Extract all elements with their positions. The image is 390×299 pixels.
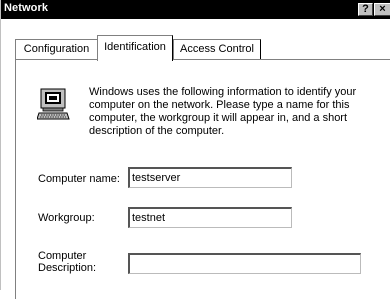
tab-identification[interactable]: Identification bbox=[97, 35, 173, 61]
tab-access-control[interactable]: Access Control bbox=[173, 39, 261, 59]
computer-description-input[interactable] bbox=[128, 253, 361, 274]
description-label-line: Description: bbox=[38, 262, 97, 274]
computer-icon bbox=[37, 88, 70, 120]
workgroup-label: Workgroup: bbox=[38, 212, 95, 224]
description-label-line: Computer bbox=[38, 250, 87, 262]
network-dialog: Network ? × Configuration Identification… bbox=[0, 0, 390, 299]
window-title: Network bbox=[4, 2, 49, 14]
computer-name-input[interactable] bbox=[128, 167, 292, 188]
info-text: Windows uses the following information t… bbox=[89, 86, 379, 138]
tab-configuration[interactable]: Configuration bbox=[15, 39, 98, 59]
help-button[interactable]: ? bbox=[358, 3, 373, 16]
close-button[interactable]: × bbox=[374, 3, 390, 16]
computer-description-label: Computer Description: bbox=[38, 250, 118, 274]
workgroup-input[interactable] bbox=[128, 207, 292, 228]
title-bar[interactable]: Network ? × bbox=[1, 0, 390, 19]
computer-name-label: Computer name: bbox=[38, 173, 120, 185]
info-line: Windows uses the following information t… bbox=[89, 86, 357, 98]
info-line: computer, the workgroup it will appear i… bbox=[89, 112, 348, 124]
info-line: computer on the network. Please type a n… bbox=[89, 99, 350, 111]
info-line: description of the computer. bbox=[89, 125, 225, 137]
